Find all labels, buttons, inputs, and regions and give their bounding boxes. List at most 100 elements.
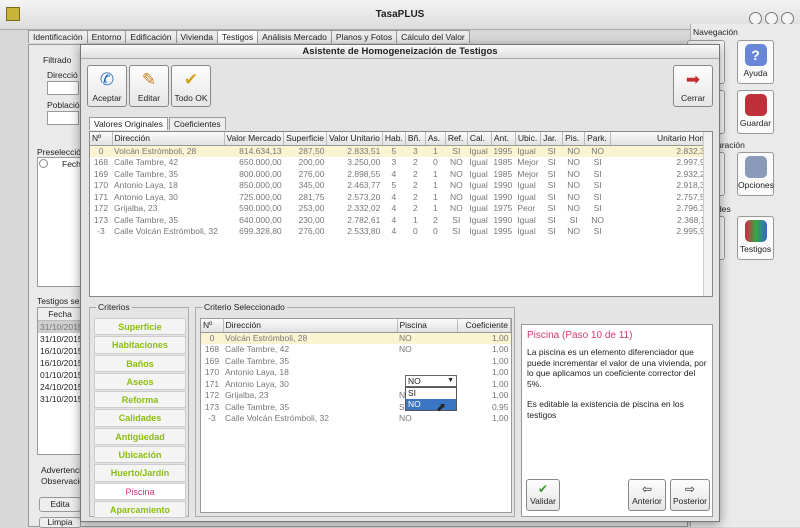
sel-col-piscina[interactable]: Piscina — [397, 319, 458, 333]
editar-button[interactable]: ✎ Editar — [129, 65, 169, 107]
validar-button[interactable]: ✔ Validar — [526, 479, 560, 511]
criterio-calidades[interactable]: Calidades — [94, 409, 186, 427]
save-icon — [744, 94, 767, 116]
table-row[interactable]: 173 Calle Tambre, 35 640.000,00 230,00 2.782… — [90, 214, 712, 226]
thumbs-up-icon: ✔ — [183, 70, 199, 89]
piscina-options: SI NO — [405, 387, 457, 411]
table-row[interactable]: 172 Grijalba, 23 590.000,00 253,00 2.332,02 4… — [90, 203, 712, 215]
tab-calculo-valor[interactable]: Cálculo del Valor — [396, 30, 470, 43]
list-item[interactable]: 31/10/2015 — [38, 333, 83, 345]
table-row[interactable]: 168 Calle Tambre, 42 650.000,00 200,00 3.250… — [90, 157, 712, 169]
fecha-column-header: Fecha — [38, 308, 80, 321]
table-row[interactable]: -3 Calle Volcán Estrómboli, 32 699.328,80 2… — [90, 226, 712, 238]
option-si[interactable]: SI — [406, 388, 456, 399]
table-row[interactable]: 171 Antonio Laya, 30 725.000,00 281,75 2.573… — [90, 191, 712, 203]
grid-header: Nº Dirección Valor Mercado Superficie Va… — [90, 132, 712, 146]
limpiar-button[interactable]: Limpia — [39, 517, 81, 528]
table-row[interactable]: 172Grijalba, 23NO1,00 — [201, 390, 511, 402]
tab-valores-originales[interactable]: Valores Originales — [89, 117, 168, 130]
criterio-grid[interactable]: Nº Dirección Piscina Coeficiente 0 Volcán… — [200, 318, 512, 513]
criterio-superficie[interactable]: Superficie — [94, 318, 186, 336]
tab-entorno[interactable]: Entorno — [86, 30, 127, 43]
homogeneizacion-dialog: Asistente de Homogeneización de Testigos… — [80, 44, 720, 522]
criterio-aparcamiento[interactable]: Aparcamiento — [94, 500, 186, 519]
table-row[interactable]: 0 Volcán Estrómboli, 28 NO 1,00 — [201, 332, 511, 344]
preseleccion-list[interactable]: Fecha — [37, 157, 86, 287]
table-row[interactable]: 170 Antonio Laya, 18 1,00 — [201, 367, 511, 379]
col-calidades[interactable]: Cal. — [467, 132, 492, 146]
list-item[interactable]: 31/10/2015 — [38, 321, 83, 333]
todo-ok-button[interactable]: ✔ Todo OK — [171, 65, 211, 107]
col-valor-mercado[interactable]: Valor Mercado — [224, 132, 285, 146]
tab-identificacion[interactable]: Identificación — [28, 30, 88, 43]
col-jardin[interactable]: Jar. — [540, 132, 564, 146]
ayuda-button[interactable]: ? Ayuda — [737, 40, 774, 84]
tab-planos-fotos[interactable]: Planos y Fotos — [330, 30, 398, 43]
col-antiguedad[interactable]: Ant. — [491, 132, 516, 146]
poblacion-input[interactable] — [47, 111, 79, 125]
select-all-radio[interactable] — [39, 159, 48, 168]
app-title-bar: TasaPLUS — [0, 0, 800, 30]
posterior-button[interactable]: ⇨ Posterior — [670, 479, 710, 511]
criterio-banos[interactable]: Baños — [94, 354, 186, 372]
sel-col-direccion[interactable]: Dirección — [223, 319, 398, 333]
table-row[interactable]: 173 Calle Tambre, 35 SI 0,95 — [201, 401, 511, 413]
pencil-icon: ✎ — [141, 70, 157, 89]
col-aseos[interactable]: As. — [425, 132, 446, 146]
col-ubicacion[interactable]: Ubic. — [515, 132, 542, 146]
sel-col-coeficiente[interactable]: Coeficiente — [457, 319, 511, 333]
sel-col-num[interactable]: Nº — [201, 319, 224, 333]
anterior-button[interactable]: ⇦ Anterior — [628, 479, 666, 511]
exit-door-icon: ➡ — [685, 70, 701, 89]
criterio-piscina[interactable]: Piscina — [94, 482, 186, 500]
editar-observaciones-button[interactable]: Edita — [39, 497, 81, 512]
table-row[interactable]: 169 Calle Tambre, 35 1,00 — [201, 355, 511, 367]
option-no[interactable]: NO — [406, 399, 456, 410]
testigos-grid[interactable]: Nº Dirección Valor Mercado Superficie Va… — [89, 131, 713, 297]
criterio-antiguedad[interactable]: Antigüedad — [94, 427, 186, 446]
col-superficie[interactable]: Superficie — [283, 132, 327, 146]
list-item[interactable]: 16/10/2015 — [38, 345, 83, 357]
col-banos[interactable]: Bñ. — [405, 132, 426, 146]
table-row[interactable]: 170 Antonio Laya, 18 850.000,00 345,00 2.463… — [90, 180, 712, 192]
filtrado-label: Filtrado — [43, 55, 72, 65]
criterio-huerto-jardin[interactable]: Huerto/Jardín — [94, 464, 186, 482]
list-item[interactable]: 01/10/2015 — [38, 369, 83, 381]
opciones-button[interactable]: Opciones — [737, 152, 774, 196]
col-piscina[interactable]: Pis. — [562, 132, 586, 146]
tab-coeficientes[interactable]: Coeficientes — [168, 117, 226, 130]
tab-testigos[interactable]: Testigos — [216, 30, 259, 43]
testigos-seleccionados-list[interactable]: Fecha 31/10/2015 31/10/2015 16/10/2015 1… — [37, 307, 83, 455]
col-reforma[interactable]: Ref. — [445, 132, 468, 146]
tab-vivienda[interactable]: Vivienda — [175, 30, 218, 43]
criterio-aseos[interactable]: Aseos — [94, 372, 186, 391]
table-row[interactable]: 169 Calle Tambre, 35 800.000,00 276,00 2.898… — [90, 168, 712, 180]
table-row[interactable]: 171 Antonio Laya, 30 1,00 — [201, 378, 511, 390]
col-valor-unitario[interactable]: Valor Unitario — [326, 132, 383, 146]
guardar-button[interactable]: Guardar — [737, 90, 774, 134]
criterio-reforma[interactable]: Reforma — [94, 391, 186, 409]
piscina-dropdown[interactable]: NO ▼ SI NO — [405, 375, 457, 411]
grid-scrollbar[interactable] — [703, 132, 712, 296]
piscina-select[interactable]: NO ▼ — [405, 375, 457, 387]
testigos-button[interactable]: Testigos — [737, 216, 774, 260]
cerrar-button[interactable]: ➡ Cerrar — [673, 65, 713, 107]
tab-edificacion[interactable]: Edificación — [125, 30, 177, 43]
list-item[interactable]: 16/10/2015 — [38, 357, 83, 369]
navegacion-label: Navegación — [693, 27, 738, 37]
aceptar-button[interactable]: ✆ Aceptar — [87, 65, 127, 107]
criterio-ubicacion[interactable]: Ubicación — [94, 446, 186, 464]
col-num[interactable]: Nº — [90, 132, 113, 146]
tab-analisis-mercado[interactable]: Análisis Mercado — [257, 30, 332, 43]
list-item[interactable]: 24/10/2015 — [38, 381, 83, 393]
table-row[interactable]: -3 Calle Volcán Estrómboli, 32 NO 1,00 — [201, 413, 511, 425]
table-row[interactable]: 168 Calle Tambre, 42 NO 1,00 — [201, 344, 511, 356]
criterio-habitaciones[interactable]: Habitaciones — [94, 336, 186, 354]
col-direccion[interactable]: Dirección — [112, 132, 225, 146]
list-item[interactable]: 31/10/2015 — [38, 393, 83, 405]
table-row[interactable]: 0 Volcán Estrómboli, 28 814.634,13 287,50 2.… — [90, 145, 712, 157]
col-parking[interactable]: Park. — [584, 132, 612, 146]
direccion-input[interactable] — [47, 81, 79, 95]
col-unitario-hom[interactable]: Unitario Hom. — [610, 132, 712, 146]
col-hab[interactable]: Hab. — [382, 132, 406, 146]
